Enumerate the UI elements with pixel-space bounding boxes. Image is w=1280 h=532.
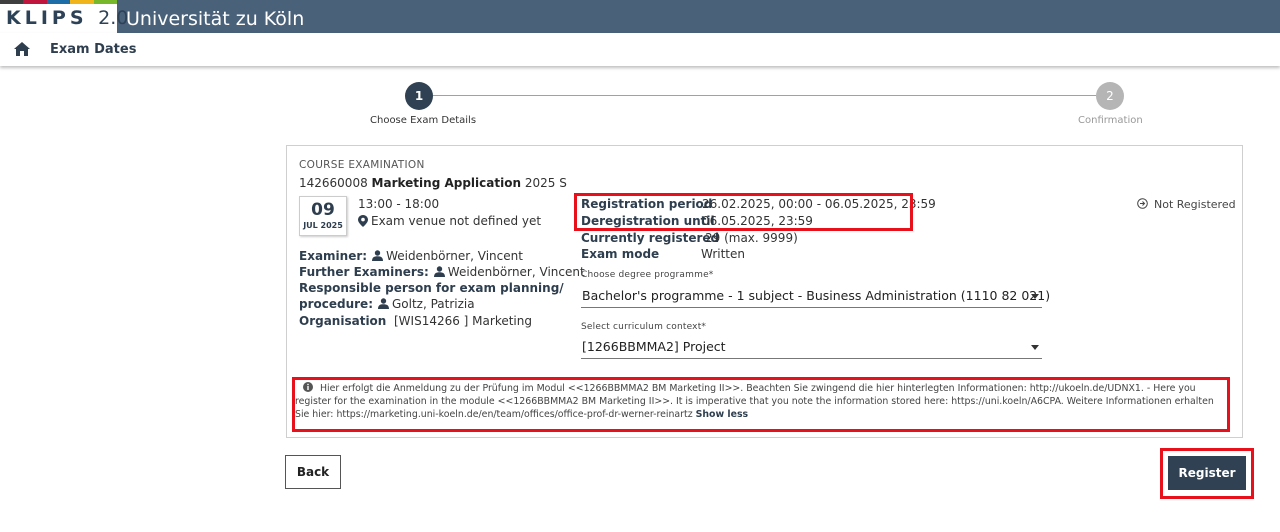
stepper-line xyxy=(433,95,1096,96)
currently-registered-value: 29 (max. 9999) xyxy=(705,231,798,245)
person-icon xyxy=(433,266,445,277)
examiner-label: Examiner: xyxy=(299,249,368,263)
curriculum-context-value: [1266BBMMA2] Project xyxy=(582,339,726,354)
step-2-label: Confirmation xyxy=(1078,115,1143,126)
curriculum-context-label: Select curriculum context* xyxy=(581,322,707,332)
breadcrumb-bar: Exam Dates xyxy=(0,33,1280,66)
logo-text: KLIPS 2.0 xyxy=(6,7,129,29)
step-1-label: Choose Exam Details xyxy=(370,115,477,126)
highlight-registration-period xyxy=(574,193,913,231)
examiner-name: Weidenbörner, Vincent xyxy=(386,249,523,263)
exam-kind: COURSE EXAMINATION xyxy=(299,159,425,171)
exam-date-day: 09 xyxy=(311,200,335,220)
exam-date-month: JUL 2025 xyxy=(303,221,343,230)
degree-programme-select[interactable]: Bachelor's programme - 1 subject - Busin… xyxy=(581,286,1050,308)
step-1-circle: 1 xyxy=(405,82,433,110)
organisation-row: Organisation [WIS14266 ] Marketing xyxy=(299,314,532,328)
further-examiners-row: Further Examiners: Weidenbörner, Vincent xyxy=(299,265,585,279)
chevron-down-icon xyxy=(1031,294,1039,299)
exam-venue: Exam venue not defined yet xyxy=(358,214,541,228)
home-icon[interactable] xyxy=(14,42,30,56)
degree-programme-label: Choose degree programme* xyxy=(581,270,714,280)
register-button[interactable]: Register xyxy=(1168,456,1246,490)
degree-programme-value: Bachelor's programme - 1 subject - Busin… xyxy=(582,288,1051,303)
logo-color-strip xyxy=(0,0,118,4)
registration-status-text: Not Registered xyxy=(1154,198,1236,211)
responsible-label-line-1: Responsible person for exam planning/ xyxy=(299,281,564,295)
exam-time: 13:00 - 18:00 xyxy=(358,197,440,211)
exam-mode-value: Written xyxy=(701,247,745,261)
arrow-circle-right-icon xyxy=(1137,198,1148,209)
person-icon xyxy=(378,298,389,309)
course-number: 142660008 xyxy=(299,176,368,190)
step-2-circle: 2 xyxy=(1096,82,1124,110)
breadcrumb-title: Exam Dates xyxy=(50,42,137,57)
curriculum-context-select[interactable]: [1266BBMMA2] Project xyxy=(581,337,1042,359)
back-button[interactable]: Back xyxy=(285,455,341,489)
chevron-down-icon xyxy=(1031,345,1039,350)
organisation-value: [WIS14266 ] Marketing xyxy=(393,314,532,328)
course-line: 142660008 Marketing Application 2025 S xyxy=(299,176,567,190)
currently-registered-row: Currently registered29 (max. 9999) xyxy=(581,231,798,245)
registration-status: Not Registered xyxy=(1137,198,1236,211)
map-marker-icon xyxy=(358,215,368,227)
exam-date-box: 09 JUL 2025 xyxy=(299,196,347,236)
exam-mode-row: Exam mode Written xyxy=(581,247,745,261)
examiner-row: Examiner: Weidenbörner, Vincent xyxy=(299,249,523,263)
organisation-label: Organisation xyxy=(299,314,387,328)
person-icon xyxy=(372,250,384,261)
responsible-row: procedure: Goltz, Patrizia xyxy=(299,297,475,311)
klips-logo[interactable]: KLIPS 2.0 xyxy=(0,0,128,33)
university-name: Universität zu Köln xyxy=(126,8,305,30)
further-examiner-name: Weidenbörner, Vincent xyxy=(447,265,585,279)
responsible-label-line-2: procedure: xyxy=(299,297,373,311)
highlight-info-text xyxy=(292,377,1230,432)
currently-registered-label: Currently registered xyxy=(581,231,720,245)
exam-mode-label: Exam mode xyxy=(581,247,660,261)
course-semester: 2025 S xyxy=(524,176,567,190)
further-examiners-label: Further Examiners: xyxy=(299,265,429,279)
course-title: Marketing Application xyxy=(371,176,522,190)
responsible-name: Goltz, Patrizia xyxy=(392,297,475,311)
exam-venue-text: Exam venue not defined yet xyxy=(371,214,542,228)
top-header-bar: KLIPS 2.0 Universität zu Köln xyxy=(0,0,1280,33)
